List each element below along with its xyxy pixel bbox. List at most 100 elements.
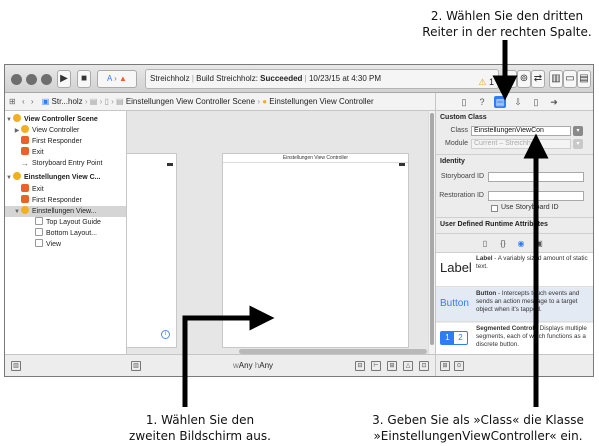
show-outline-icon[interactable]: ▥: [131, 361, 141, 371]
file-template-icon[interactable]: ▯: [480, 239, 490, 249]
size-class-control[interactable]: wAny hAny: [233, 359, 273, 373]
label-object-icon: Label: [440, 260, 472, 275]
toggle-navigator-button[interactable]: ▥: [549, 70, 563, 88]
class-dropdown-button[interactable]: ▾: [573, 126, 583, 136]
storyboard-icon: ▤: [116, 97, 124, 106]
project-icon: ▣: [41, 97, 50, 106]
grid-view-icon[interactable]: ⊞: [440, 361, 450, 371]
size-any-width: Any: [238, 361, 253, 370]
standard-editor-button[interactable]: ≡: [503, 70, 517, 88]
class-field[interactable]: EinstellungenViewCon: [471, 126, 571, 136]
outline-item[interactable]: First Responder: [5, 136, 126, 147]
activity-build-prefix: Build Streichholz:: [196, 74, 258, 83]
outline-item-label: First Responder: [32, 138, 82, 145]
connections-inspector-tab[interactable]: ➜: [548, 96, 560, 108]
button-object-icon: Button: [440, 298, 469, 309]
outline-item[interactable]: → Storyboard Entry Point: [5, 158, 126, 169]
toggle-outline-icon[interactable]: ▥: [11, 361, 21, 371]
jump-crumb-scene[interactable]: Einstellungen View Controller Scene: [126, 97, 255, 106]
disclosure-down-icon[interactable]: ▼: [5, 173, 13, 183]
view-controller-icon: [21, 206, 29, 214]
minimize-window-button[interactable]: [26, 74, 37, 85]
callout-step-2-line2: Reiter in der rechten Spalte.: [422, 25, 592, 39]
scene-einstellungen-view-controller[interactable]: Einstellungen View Controller: [222, 153, 409, 348]
object-library-icon[interactable]: ◉: [516, 239, 526, 249]
quick-help-tab[interactable]: ?: [476, 96, 488, 108]
stop-button[interactable]: ■: [77, 70, 91, 88]
scrollbar-thumb[interactable]: [430, 113, 434, 345]
pin-icon[interactable]: ⊞: [387, 361, 397, 371]
file-inspector-tab[interactable]: ▯: [458, 96, 470, 108]
toolbar: ▶ ■ A › ▲ Streichholz | Build Streichhol…: [5, 65, 593, 93]
outline-scene-1[interactable]: ▼ View Controller Scene: [5, 114, 126, 125]
code-snippet-icon[interactable]: {}: [498, 239, 508, 249]
embed-stack-icon[interactable]: ⊟: [355, 361, 365, 371]
scene-view-controller[interactable]: i: [127, 153, 177, 348]
info-icon: i: [161, 330, 170, 339]
use-storyboard-id-checkbox[interactable]: [491, 205, 498, 212]
size-inspector-tab[interactable]: ▯: [530, 96, 542, 108]
section-divider: [436, 217, 593, 218]
outline-item[interactable]: View: [5, 239, 126, 250]
close-window-button[interactable]: [11, 74, 22, 85]
assistant-editor-button[interactable]: ⊚: [517, 70, 531, 88]
outline-item-selected[interactable]: ▼ Einstellungen View...: [5, 206, 126, 217]
help-icon: ?: [479, 97, 485, 107]
file-icon: ▯: [104, 97, 109, 106]
identity-inspector-tab[interactable]: ▤: [494, 96, 506, 108]
toggle-debug-button[interactable]: ▭: [563, 70, 577, 88]
library-item-title: Segmented Control: [476, 325, 535, 332]
outline-scene-2[interactable]: ▼ Einstellungen View C...: [5, 172, 126, 183]
storyboard-id-field[interactable]: [488, 172, 584, 182]
jump-crumb-project[interactable]: Str...holz: [52, 97, 83, 106]
file-icon: ▯: [461, 97, 467, 107]
outline-item-label: View Controller: [32, 127, 80, 134]
disclosure-down-icon[interactable]: ▼: [13, 207, 21, 217]
library-item-button[interactable]: Button Button - Intercepts touch events …: [436, 288, 593, 322]
outline-item[interactable]: ▶ View Controller: [5, 125, 126, 136]
search-library-icon[interactable]: ⊙: [454, 361, 464, 371]
run-button[interactable]: ▶: [57, 70, 71, 88]
toggle-utilities-button[interactable]: ▤: [577, 70, 591, 88]
library-item-desc: Label - A variably sized amount of stati…: [476, 255, 592, 271]
sidebar-left-icon: ▥: [551, 73, 561, 84]
module-field[interactable]: Current – Streichholz: [471, 139, 571, 149]
scheme-selector[interactable]: A › ▲: [97, 70, 137, 88]
outline-item[interactable]: Exit: [5, 184, 126, 195]
outline-item[interactable]: First Responder: [5, 195, 126, 206]
segmented-control-icon: 12: [440, 331, 468, 345]
attributes-inspector-tab[interactable]: ⇩: [512, 96, 524, 108]
disclosure-down-icon[interactable]: ▼: [5, 115, 13, 125]
chevron-down-icon: ▾: [576, 141, 580, 147]
restoration-id-field[interactable]: [488, 191, 584, 201]
back-button[interactable]: ‹: [22, 97, 25, 106]
outline-item[interactable]: Exit: [5, 147, 126, 158]
media-library-icon[interactable]: ▣: [534, 239, 544, 249]
callout-step-2-line1: 2. Wählen Sie den dritten: [430, 9, 584, 23]
activity-timestamp: 10/23/15 at 4:30 PM: [308, 74, 382, 83]
outline-item[interactable]: Top Layout Guide: [5, 217, 126, 228]
resizing-icon[interactable]: ⊡: [419, 361, 429, 371]
forward-button[interactable]: ›: [31, 97, 34, 106]
storyboard-canvas[interactable]: i Einstellungen View Controller: [127, 111, 428, 354]
panel-bottom-icon: ▭: [565, 73, 575, 84]
outline-item-label: Einstellungen View...: [32, 208, 97, 215]
vertical-scrollbar[interactable]: [428, 111, 435, 354]
zoom-window-button[interactable]: [41, 74, 52, 85]
resolve-issues-icon[interactable]: △: [403, 361, 413, 371]
warning-indicator[interactable]: ⚠ 1: [478, 73, 494, 88]
disclosure-right-icon[interactable]: ▶: [13, 126, 21, 136]
callout-step-3-line1: 3. Geben Sie als »Class« die Klasse: [372, 413, 584, 427]
related-items-icon[interactable]: ⊞: [9, 97, 16, 106]
section-divider: [436, 233, 593, 234]
warning-count: 1: [488, 77, 494, 87]
version-editor-button[interactable]: ⇄: [531, 70, 545, 88]
library-item-label[interactable]: Label Label - A variably sized amount of…: [436, 253, 593, 287]
module-dropdown-button[interactable]: ▾: [573, 139, 583, 149]
align-icon[interactable]: ⊢: [371, 361, 381, 371]
library-item-segmented-control[interactable]: 12 Segmented Control - Displays multiple…: [436, 323, 593, 354]
outline-item[interactable]: Bottom Layout...: [5, 228, 126, 239]
stop-icon: ■: [80, 73, 88, 84]
folder-icon: ▤: [89, 97, 98, 106]
jump-crumb-controller[interactable]: Einstellungen View Controller: [269, 97, 373, 106]
